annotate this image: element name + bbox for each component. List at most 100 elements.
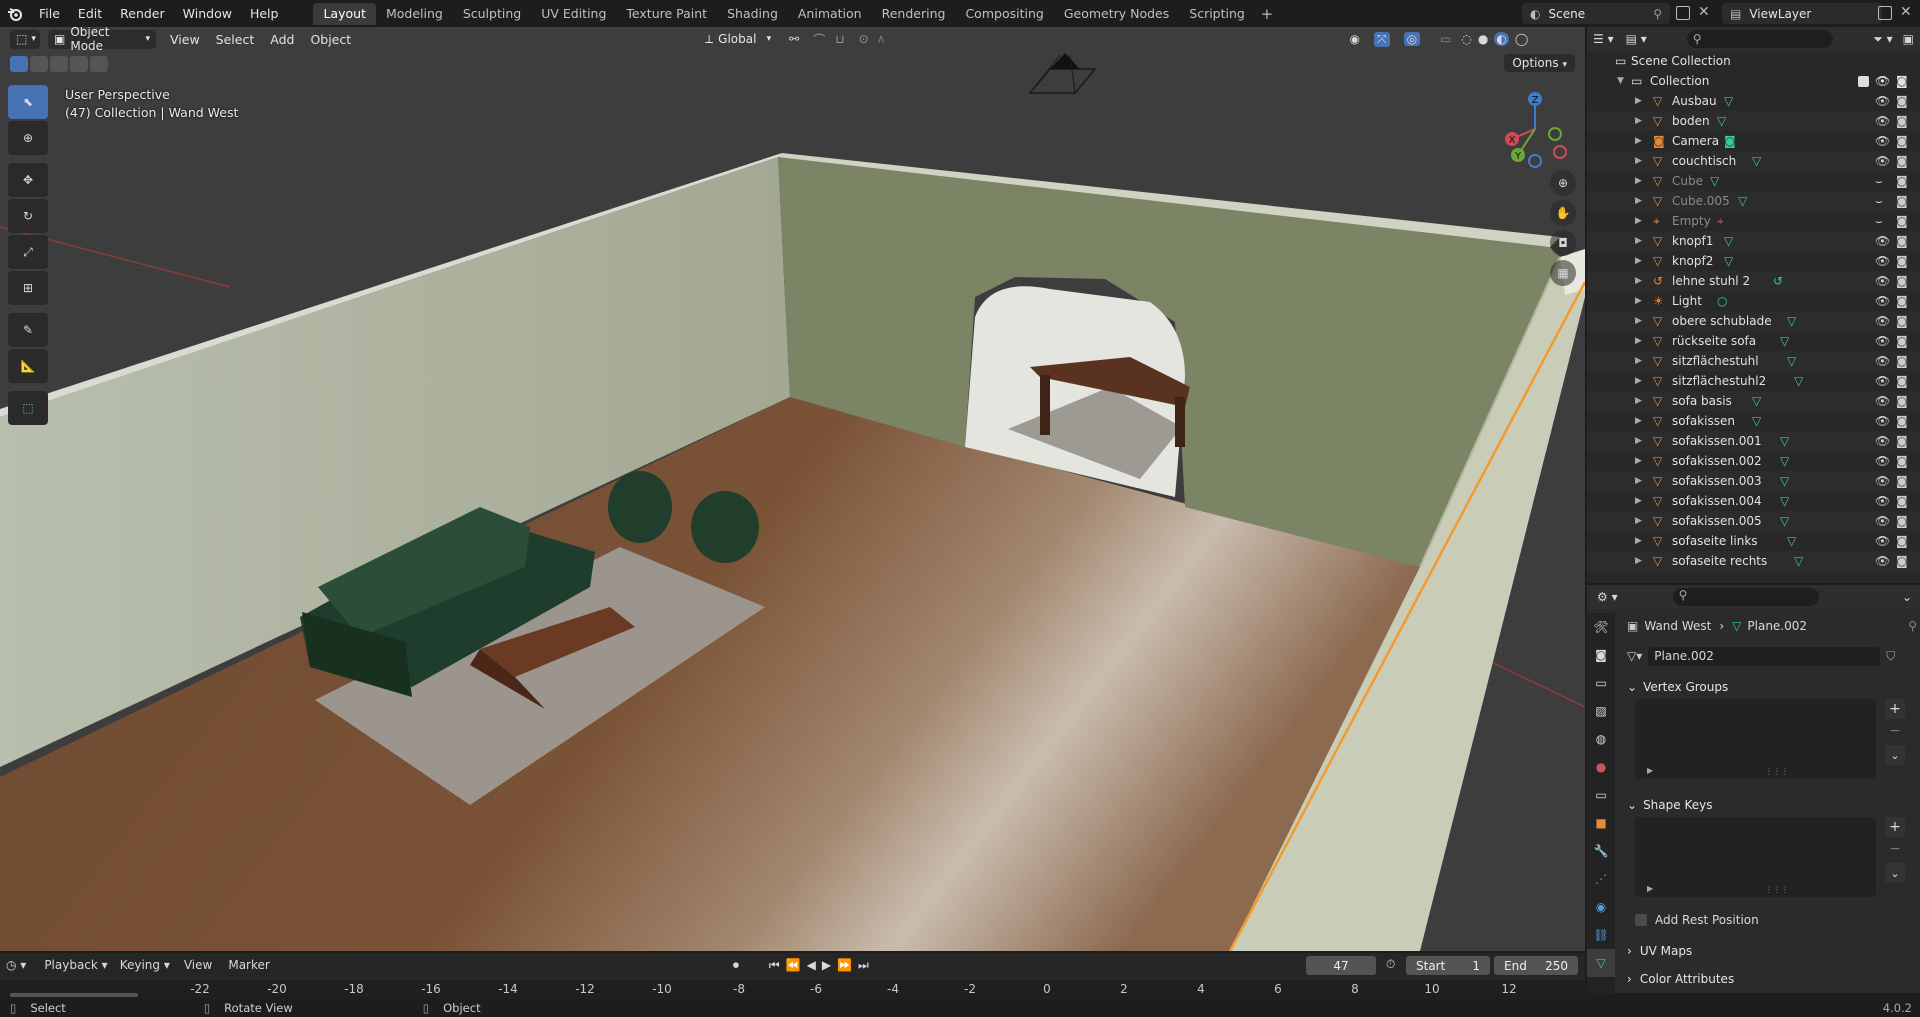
vertex-groups-panel-header[interactable]: ⌄ Vertex Groups xyxy=(1627,675,1917,699)
tab-uv-editing[interactable]: UV Editing xyxy=(531,3,616,25)
expand-icon[interactable]: ▶ xyxy=(1635,196,1642,206)
chair-object[interactable] xyxy=(608,471,672,543)
select-new-icon[interactable] xyxy=(10,56,28,72)
object-data-icon[interactable]: ▽ xyxy=(1787,314,1796,328)
timeline-ruler[interactable]: -22 -20 -18 -16 -14 -12 -10 -8 -6 -4 -2 0 2 4 6 8 10 12 xyxy=(0,980,1585,999)
object-data-icon[interactable]: ▽ xyxy=(1717,114,1726,128)
expand-icon[interactable]: ▶ xyxy=(1635,236,1642,246)
object-data-icon[interactable]: ▽ xyxy=(1794,554,1803,568)
render-camera-icon[interactable]: ◙ xyxy=(1896,394,1908,408)
add-rest-position-checkbox[interactable] xyxy=(1635,914,1647,926)
transform-tool[interactable]: ⊞ xyxy=(8,271,48,305)
tab-rendering[interactable]: Rendering xyxy=(872,3,956,25)
tab-collection[interactable]: ▭ xyxy=(1587,781,1615,809)
render-camera-icon[interactable]: ◙ xyxy=(1896,274,1908,288)
expand-icon[interactable]: ▶ xyxy=(1635,516,1642,526)
render-camera-icon[interactable]: ◙ xyxy=(1896,354,1908,368)
blender-logo-icon[interactable] xyxy=(0,6,30,22)
properties-search-input[interactable]: ⚲ xyxy=(1672,588,1819,606)
add-cube-tool[interactable]: ⬚ xyxy=(8,391,48,425)
expand-icon[interactable]: ▶ xyxy=(1635,176,1642,186)
new-collection-icon[interactable]: ▣ xyxy=(1903,32,1914,46)
select-subtract-icon[interactable] xyxy=(50,56,68,72)
tab-particles[interactable]: ⋰ xyxy=(1587,865,1615,893)
render-camera-icon[interactable]: ◙ xyxy=(1896,454,1908,468)
xray-icon[interactable]: ▭ xyxy=(1440,32,1451,46)
render-camera-icon[interactable]: ◙ xyxy=(1896,174,1908,188)
gizmo-toggle-icon[interactable]: ⤧ xyxy=(1373,31,1390,47)
eye-closed-icon[interactable]: ⌣ xyxy=(1875,214,1883,229)
eye-icon[interactable]: 👁 xyxy=(1875,74,1890,88)
mode-selector[interactable]: ▣ Object Mode ▾ xyxy=(48,27,156,53)
outliner-item[interactable]: ▶ ▽ rückseite sofa ▽ 👁 ◙ xyxy=(1587,331,1920,351)
render-camera-icon[interactable]: ◙ xyxy=(1896,294,1908,308)
expand-icon[interactable]: ▶ xyxy=(1635,456,1642,466)
uv-maps-panel-header[interactable]: › UV Maps xyxy=(1627,939,1917,963)
expand-icon[interactable]: ▶ xyxy=(1635,276,1642,286)
object-data-icon[interactable]: ▽ xyxy=(1724,254,1733,268)
jump-end-icon[interactable]: ⏭ xyxy=(858,958,869,973)
expand-icon[interactable]: ▶ xyxy=(1635,156,1642,166)
expand-icon[interactable]: ▶ xyxy=(1635,116,1642,126)
eye-icon[interactable]: 👁 xyxy=(1875,274,1890,288)
eye-closed-icon[interactable]: ⌣ xyxy=(1875,194,1883,209)
jump-keyframe-forward-icon[interactable]: ⏩ xyxy=(837,958,852,972)
delete-view-layer-icon[interactable]: ✕ xyxy=(1900,4,1912,20)
outliner-item[interactable]: ▶ ▽ Cube.005 ▽ ⌣ ◙ xyxy=(1587,191,1920,211)
outliner-panel[interactable]: ☰ ▾ ▤ ▾ ⚲ ⏷ ▾ ▣ ▭ Scene Collection ▼ ▭ C… xyxy=(1587,27,1920,583)
expand-icon[interactable]: ▶ xyxy=(1635,496,1642,506)
keying-menu[interactable]: Keying ▾ xyxy=(120,958,170,972)
new-view-layer-icon[interactable] xyxy=(1878,6,1892,20)
eye-icon[interactable]: 👁 xyxy=(1875,294,1890,308)
select-extend-icon[interactable] xyxy=(30,56,48,72)
3d-viewport[interactable]: ⬚ ▾ ▣ Object Mode ▾ View Select Add Objec… xyxy=(0,27,1585,951)
eye-icon[interactable]: 👁 xyxy=(1875,374,1890,388)
eye-closed-icon[interactable]: ⌣ xyxy=(1875,174,1883,189)
tab-shading[interactable]: Shading xyxy=(717,3,788,25)
view-layer-selector[interactable]: ▤ ViewLayer xyxy=(1722,3,1882,24)
jump-start-icon[interactable]: ⏮ xyxy=(769,958,780,973)
outliner-item[interactable]: ▶ ▽ sofakissen.003 ▽ 👁 ◙ xyxy=(1587,471,1920,491)
horizontal-scrollbar[interactable] xyxy=(10,993,138,997)
shape-key-specials-button[interactable]: ⌄ xyxy=(1885,863,1905,883)
tab-texture-paint[interactable]: Texture Paint xyxy=(616,3,717,25)
measure-tool[interactable]: 📐 xyxy=(8,349,48,383)
eye-icon[interactable]: 👁 xyxy=(1875,134,1890,148)
pin-icon[interactable]: ⚲ xyxy=(1653,7,1662,21)
menu-render[interactable]: Render xyxy=(111,3,174,25)
outliner-item[interactable]: ▶ ▽ sofa basis ▽ 👁 ◙ xyxy=(1587,391,1920,411)
jump-keyframe-back-icon[interactable]: ⏪ xyxy=(786,958,801,972)
render-camera-icon[interactable]: ◙ xyxy=(1896,94,1908,108)
shading-rendered-icon[interactable]: ◯ xyxy=(1515,32,1528,46)
annotate-tool[interactable]: ✎ xyxy=(8,313,48,347)
tab-output[interactable]: ▭ xyxy=(1587,669,1615,697)
pan-view-button[interactable]: ✋ xyxy=(1550,200,1576,226)
object-data-icon[interactable]: ▽ xyxy=(1787,354,1796,368)
outliner-item[interactable]: ▶ ▽ knopf1 ▽ 👁 ◙ xyxy=(1587,231,1920,251)
exclude-checkbox[interactable] xyxy=(1858,75,1869,87)
select-invert-icon[interactable] xyxy=(70,56,88,72)
object-data-icon[interactable]: ▽ xyxy=(1780,334,1789,348)
mesh-data-icon[interactable]: ▽▾ xyxy=(1627,649,1642,663)
play-icon[interactable]: ▶ xyxy=(822,958,831,972)
overlay-toggle-icon[interactable]: ◎ xyxy=(1403,32,1421,46)
render-camera-icon[interactable]: ◙ xyxy=(1896,374,1908,388)
outliner-item[interactable]: ▶ ▽ sofakissen ▽ 👁 ◙ xyxy=(1587,411,1920,431)
tab-scene[interactable]: ◍ xyxy=(1587,725,1615,753)
delete-scene-icon[interactable]: ✕ xyxy=(1698,4,1710,20)
visibility-icon[interactable]: ◉ xyxy=(1349,32,1359,46)
render-camera-icon[interactable]: ◙ xyxy=(1896,154,1908,168)
eye-icon[interactable]: 👁 xyxy=(1875,434,1890,448)
play-reverse-icon[interactable]: ◀ xyxy=(807,958,816,972)
outliner-item[interactable]: ▶ ▽ couchtisch ▽ 👁 ◙ xyxy=(1587,151,1920,171)
mesh-name-field[interactable]: Plane.002 xyxy=(1648,646,1881,666)
expand-icon[interactable]: ▶ xyxy=(1635,476,1642,486)
remove-shape-key-button[interactable]: − xyxy=(1885,839,1905,859)
outliner-item[interactable]: ▶ ▽ sofakissen.004 ▽ 👁 ◙ xyxy=(1587,491,1920,511)
object-data-icon[interactable]: ▽ xyxy=(1780,474,1789,488)
tab-data[interactable]: ▽ xyxy=(1587,949,1615,977)
object-data-icon[interactable]: ▽ xyxy=(1794,374,1803,388)
transform-orientation-selector[interactable]: ⟂ Global ▾ xyxy=(699,30,777,49)
tab-modeling[interactable]: Modeling xyxy=(376,3,453,25)
eye-icon[interactable]: 👁 xyxy=(1875,474,1890,488)
